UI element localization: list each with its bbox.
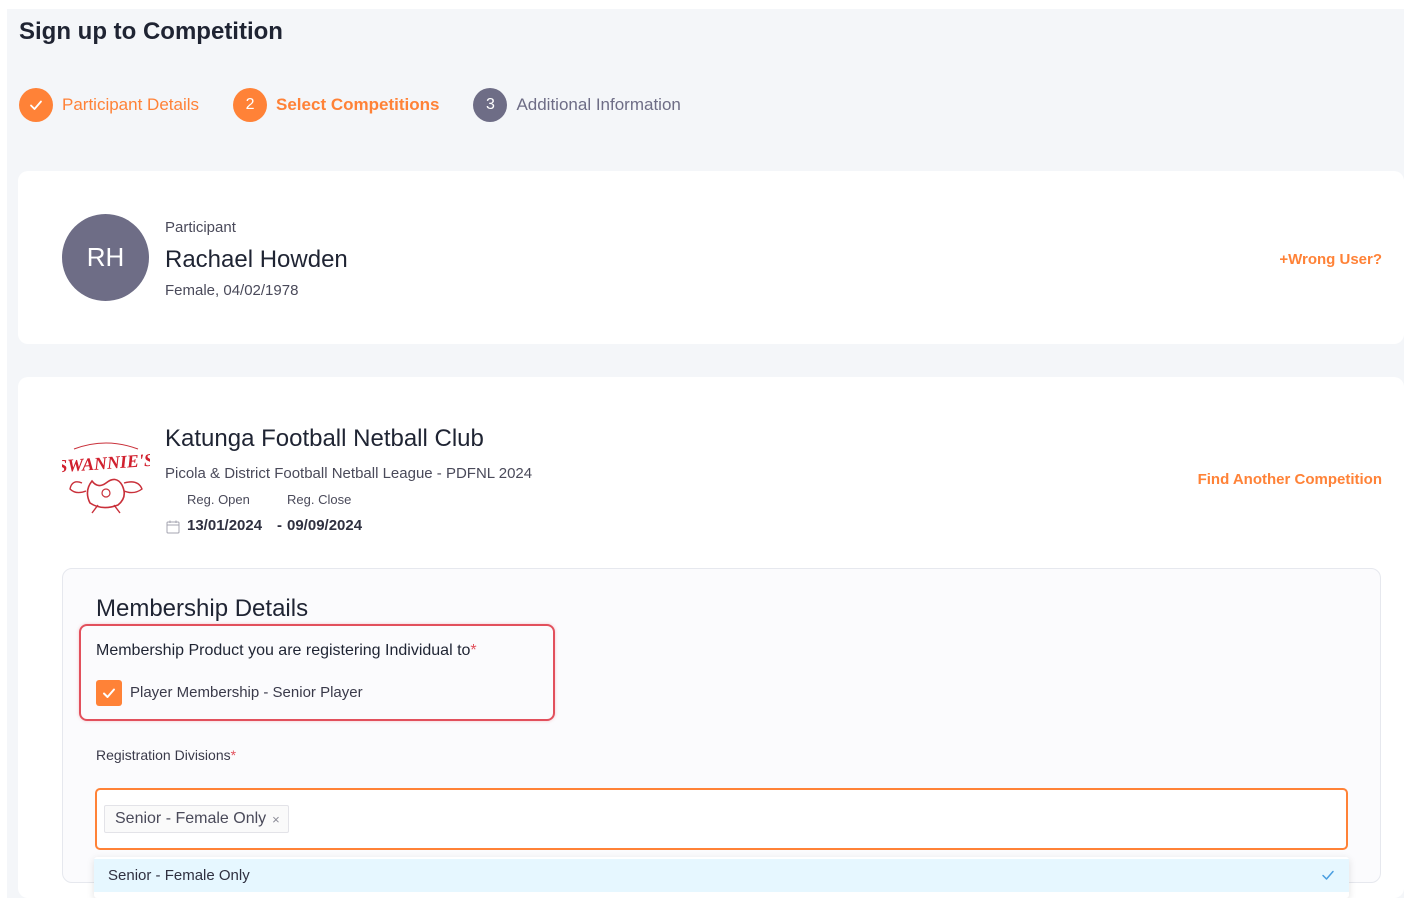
step-label: Participant Details	[62, 94, 200, 114]
reg-open-date: 13/01/2024	[187, 517, 263, 534]
divisions-dropdown: Senior - Female Only	[94, 857, 1349, 898]
club-name: Katunga Football Netball Club	[165, 425, 484, 452]
dropdown-option-senior-female[interactable]: Senior - Female Only	[94, 859, 1349, 892]
step-label: Select Competitions	[276, 94, 440, 114]
membership-product-option-label[interactable]: Player Membership - Senior Player	[130, 684, 363, 701]
club-logo: SWANNIE'S	[62, 442, 150, 514]
step-participant-details[interactable]: Participant Details	[19, 87, 200, 122]
membership-product-checkbox[interactable]	[96, 680, 122, 706]
step-number: 2	[233, 87, 268, 122]
registration-divisions-select[interactable]: Senior - Female Only ×	[95, 788, 1348, 850]
required-mark: *	[230, 747, 237, 763]
page-title: Sign up to Competition	[19, 18, 283, 45]
close-icon[interactable]: ×	[272, 812, 280, 827]
reg-open-label: Reg. Open	[187, 492, 250, 507]
membership-details-title: Membership Details	[96, 595, 309, 622]
membership-product-label: Membership Product you are registering I…	[96, 642, 477, 659]
reg-close-label: Reg. Close	[287, 492, 352, 507]
avatar: RH	[62, 214, 149, 301]
dropdown-option-label: Senior - Female Only	[108, 867, 250, 884]
step-label: Additional Information	[516, 94, 681, 114]
reg-close-date: 09/09/2024	[287, 517, 363, 534]
step-additional-information[interactable]: 3 Additional Information	[473, 87, 681, 122]
wrong-user-link[interactable]: +Wrong User?	[1279, 251, 1382, 268]
participant-gender-dob: Female, 04/02/1978	[165, 282, 299, 299]
find-another-competition-link[interactable]: Find Another Competition	[1198, 471, 1382, 488]
calendar-icon	[166, 520, 180, 534]
svg-text:SWANNIE'S: SWANNIE'S	[62, 450, 150, 477]
check-icon	[103, 688, 115, 698]
selected-division-tag-label: Senior - Female Only	[115, 810, 267, 827]
check-icon	[1322, 870, 1334, 880]
registration-divisions-label: Registration Divisions*	[96, 747, 237, 763]
step-number: 3	[473, 87, 508, 122]
date-separator: -	[277, 517, 282, 534]
selected-division-tag: Senior - Female Only ×	[104, 805, 289, 833]
check-icon	[19, 87, 53, 122]
registration-steps: Participant Details 2 Select Competition…	[19, 87, 715, 122]
participant-caption: Participant	[165, 219, 236, 236]
step-select-competitions[interactable]: 2 Select Competitions	[233, 87, 440, 122]
participant-card: RH Participant Rachael Howden Female, 04…	[18, 171, 1404, 344]
highlight-annotation	[79, 624, 555, 721]
participant-name: Rachael Howden	[165, 246, 348, 273]
league-name: Picola & District Football Netball Leagu…	[165, 465, 533, 482]
required-mark: *	[470, 642, 477, 659]
